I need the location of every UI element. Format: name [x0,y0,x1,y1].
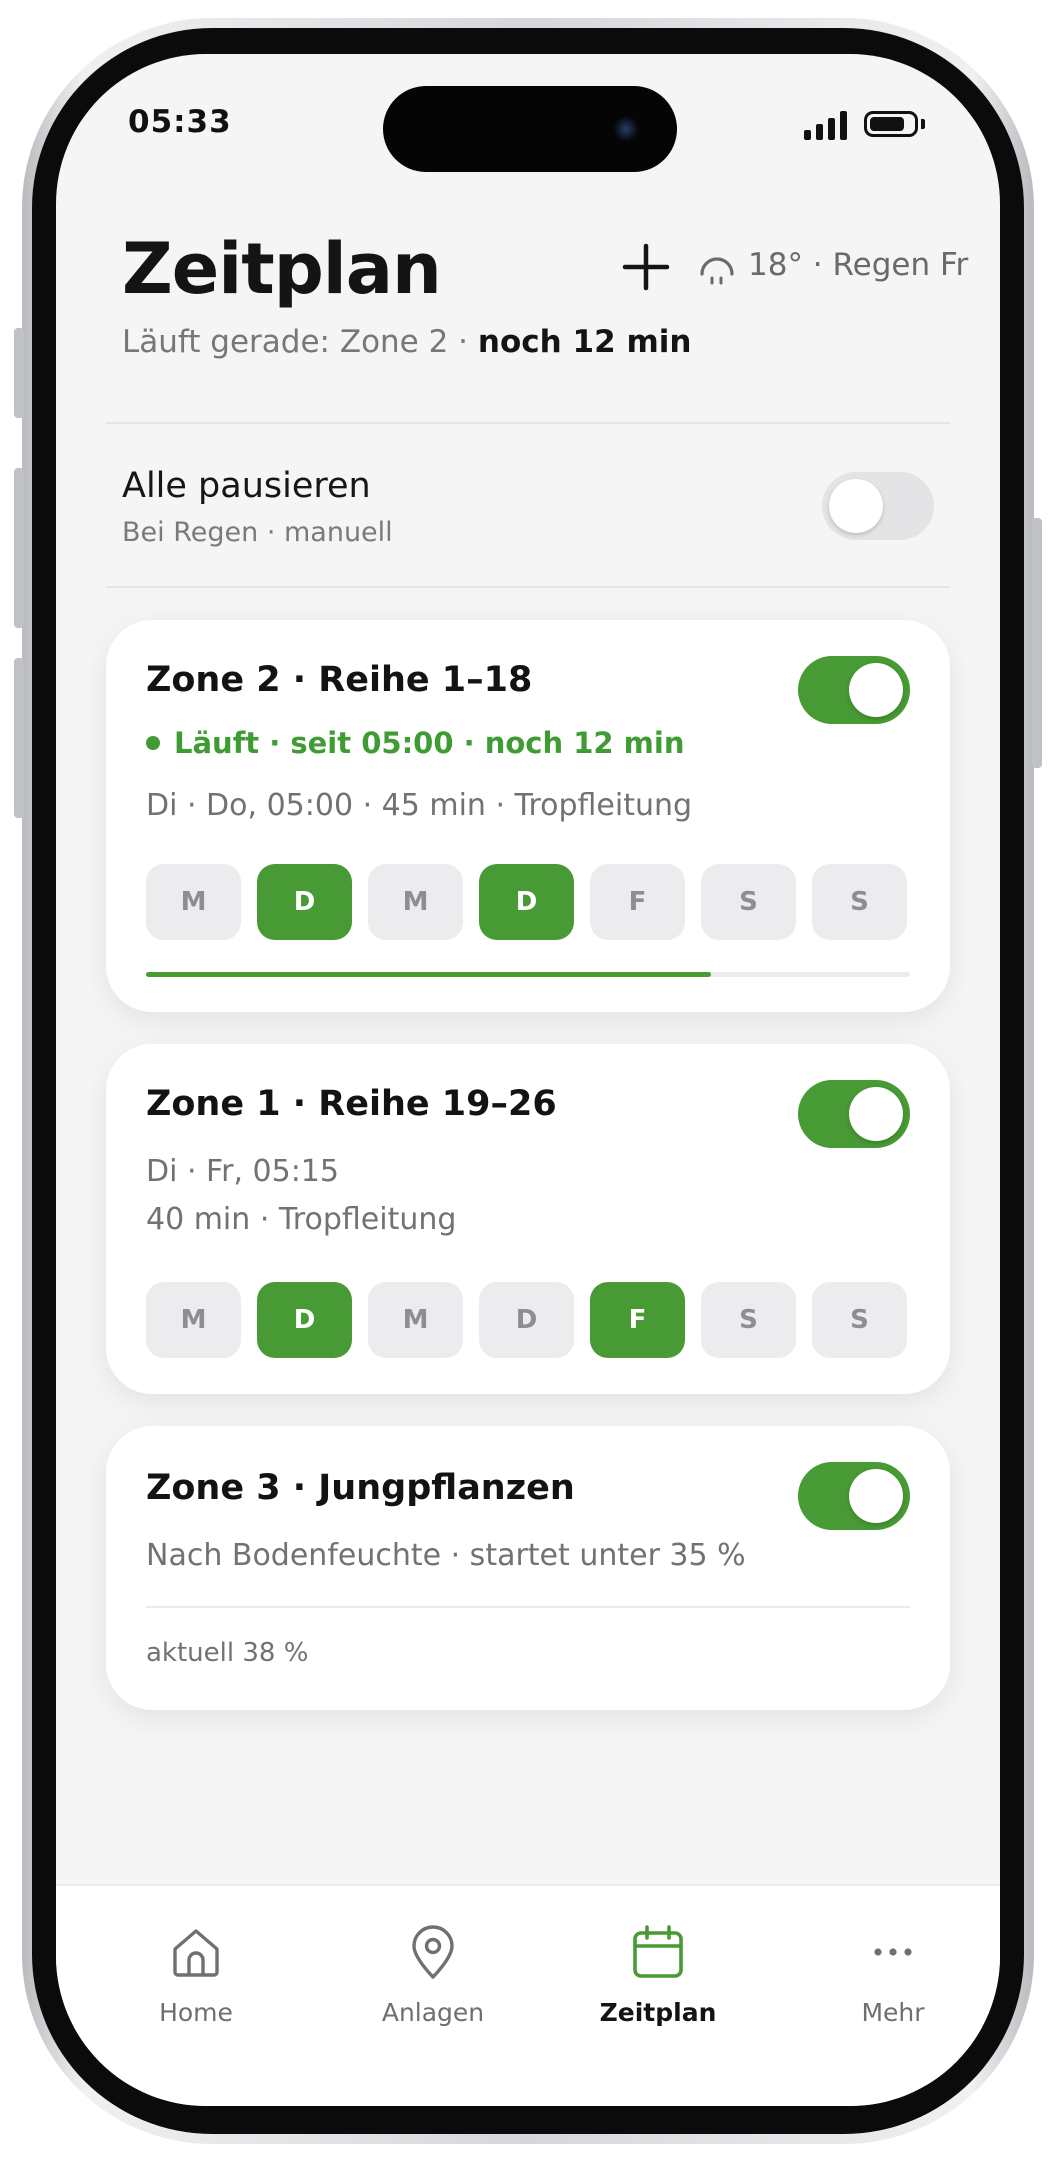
zone-title: Zone 2 · Reihe 1–18 [146,660,533,700]
rain-icon [700,257,734,285]
day-chip[interactable]: M [146,864,241,940]
signal-icon [804,110,847,140]
zone-title: Zone 1 · Reihe 19–26 [146,1084,557,1124]
tab-home[interactable]: Home [96,1922,296,2027]
running-prefix: Läuft gerade: Zone 2 · [122,324,469,360]
volume-down-button [14,658,24,818]
tab-anlagen[interactable]: Anlagen [333,1922,533,2027]
weather-text: 18° · Regen Fr [748,247,969,283]
divider [146,1606,910,1608]
more-icon [874,1948,912,1956]
volume-up-button [14,468,24,628]
zone-progress-bar [146,972,910,977]
day-chip[interactable]: M [146,1282,241,1358]
weekday-selector: M D M D F S S [146,864,907,940]
location-pin-icon [412,1925,454,1979]
home-icon [173,1929,219,1977]
running-status: Läuft gerade: Zone 2 · noch 12 min [122,324,691,360]
day-chip[interactable]: D [479,864,574,940]
running-remaining: noch 12 min [477,324,692,360]
zone-2-toggle[interactable] [798,656,910,724]
zone-3-toggle[interactable] [798,1462,910,1530]
weather-info: 18° · Regen Fr [696,244,968,286]
power-button [1032,518,1042,768]
day-chip[interactable]: S [701,864,796,940]
page-title: Zeitplan [122,228,442,310]
zone-schedule-detail: 40 min · Tropfleitung [146,1202,457,1237]
zone-schedule: Di · Do, 05:00 · 45 min · Tropfleitung [146,788,693,823]
day-chip[interactable]: S [812,864,907,940]
battery-tip [921,119,925,129]
zone-title: Zone 3 · Jungpflanzen [146,1468,575,1508]
zone-card-zone-2[interactable]: Zone 2 · Reihe 1–18 Läuft · seit 05:00 ·… [106,620,950,1012]
divider [106,422,950,424]
screen: 05:33 Zeitplan 18° · Regen Fr Läuft gera… [56,54,1000,2106]
zone-schedule: Nach Bodenfeuchte · startet unter 35 % [146,1538,746,1573]
pause-all-label: Alle pausieren [122,466,371,506]
tab-label: Home [159,1998,233,2027]
add-icon[interactable] [616,237,676,297]
zone-schedule: Di · Fr, 05:15 [146,1154,339,1189]
pause-all-toggle[interactable] [822,472,934,540]
zone-card-zone-3[interactable]: Zone 3 · Jungpflanzen Nach Bodenfeuchte … [106,1426,950,1710]
pause-all-subtitle: Bei Regen · manuell [122,517,393,548]
tab-label: Anlagen [381,1998,485,2027]
zone-status-text: Läuft · seit 05:00 · noch 12 min [174,726,685,760]
tab-label: Zeitplan [599,1998,717,2027]
zone-1-toggle[interactable] [798,1080,910,1148]
tab-zeitplan[interactable]: Zeitplan [558,1922,758,2027]
day-chip[interactable]: S [812,1282,907,1358]
day-chip[interactable]: F [590,864,685,940]
tab-mehr[interactable]: Mehr [793,1922,993,2027]
camera-icon [613,116,639,142]
zone-running-status: Läuft · seit 05:00 · noch 12 min [146,726,685,760]
day-chip[interactable]: D [479,1282,574,1358]
divider [106,586,950,588]
calendar-icon [633,1925,683,1978]
day-chip[interactable]: D [257,864,352,940]
dynamic-island [383,86,677,172]
tab-label: Mehr [861,1998,925,2027]
weekday-selector: M D M D F S S [146,1282,907,1358]
action-button [14,328,24,418]
running-dot-icon [146,736,160,750]
progress-fill [146,972,712,977]
day-chip[interactable]: M [368,864,463,940]
day-chip[interactable]: D [257,1282,352,1358]
zone-current-moisture: aktuell 38 % [146,1638,309,1668]
status-time: 05:33 [128,104,232,140]
day-chip[interactable]: S [701,1282,796,1358]
day-chip[interactable]: F [590,1282,685,1358]
day-chip[interactable]: M [368,1282,463,1358]
battery-icon [864,111,918,137]
zone-card-zone-1[interactable]: Zone 1 · Reihe 19–26 Di · Fr, 05:15 40 m… [106,1044,950,1394]
tab-bar: Home Anlagen Zeitplan Mehr [56,1884,1000,2106]
